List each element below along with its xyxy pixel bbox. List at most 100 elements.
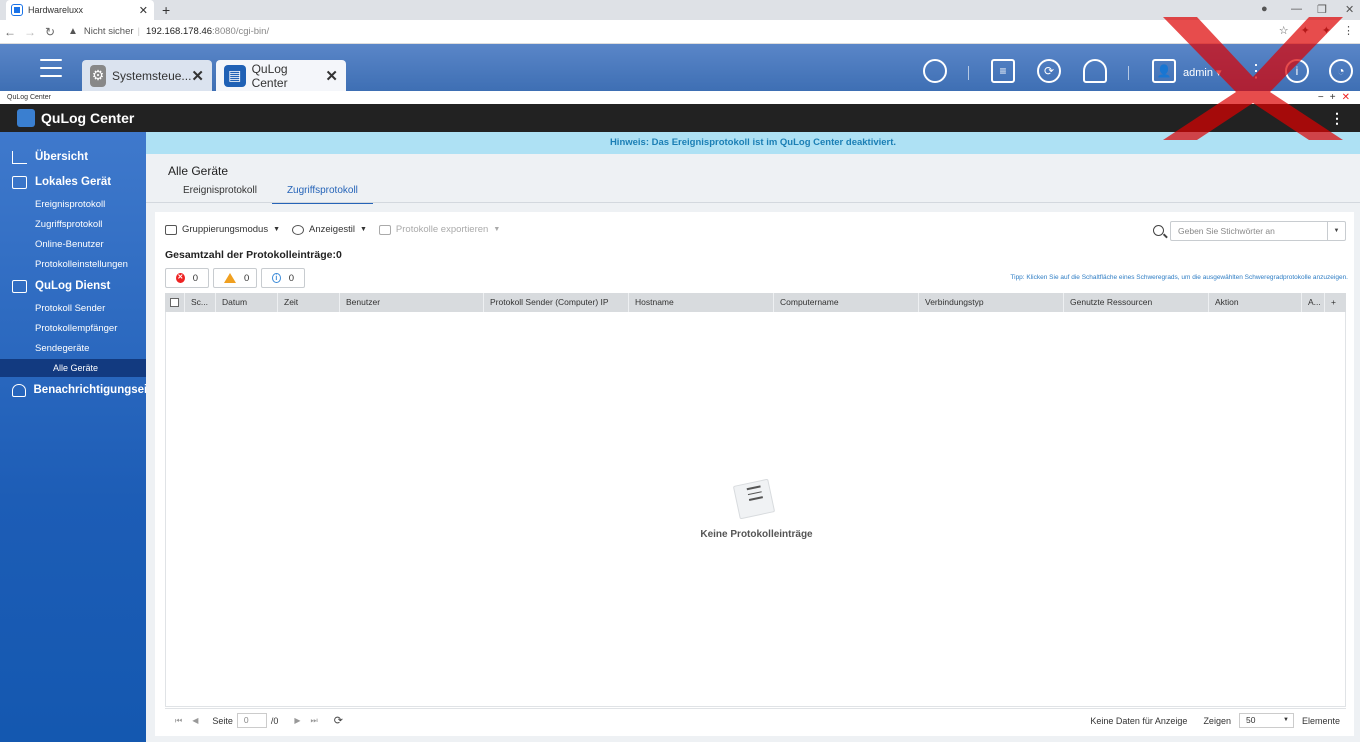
page-label: Seite: [212, 715, 233, 726]
search-icon[interactable]: [1153, 225, 1164, 236]
empty-message: Keine Protokolleinträge: [700, 529, 813, 540]
browser-menu-icon[interactable]: ⋮: [1343, 24, 1354, 37]
total-entries: Gesamtzahl der Protokolleinträge:0: [165, 249, 342, 261]
device-icon: [12, 175, 27, 189]
sidebar-item-sending-devices[interactable]: Sendegeräte: [0, 339, 146, 357]
app-tab-qulog[interactable]: ▤ QuLog Center ✕: [216, 60, 346, 91]
tab-access-log[interactable]: Zugriffsprotokoll: [271, 181, 373, 204]
export-icon: [378, 224, 391, 235]
back-icon[interactable]: ←: [0, 25, 20, 39]
user-menu[interactable]: admin ▾: [1183, 66, 1222, 79]
stack-icon[interactable]: ≡: [991, 59, 1015, 83]
close-window-icon[interactable]: ✕: [1345, 3, 1354, 16]
sidebar-item-online-users[interactable]: Online-Benutzer: [0, 235, 146, 253]
sidebar-item-all-devices[interactable]: Alle Geräte: [0, 359, 146, 377]
extension-icon-2[interactable]: ✦: [1322, 24, 1331, 37]
sidebar-item-label: Lokales Gerät: [35, 176, 112, 188]
toolbar: Gruppierungsmodus ▼ Anzeigestil ▼ Protok…: [165, 224, 512, 235]
grouping-mode-button[interactable]: Gruppierungsmodus ▼: [165, 224, 280, 235]
address-field[interactable]: ▲ Nicht sicher | 192.168.178.46:8080/cgi…: [68, 26, 269, 37]
pager-right: Keine Daten für Anzeige Zeigen 50 Elemen…: [1090, 713, 1340, 728]
more-icon[interactable]: ⋮: [1244, 59, 1268, 83]
tab-event-log[interactable]: Ereignisprotokoll: [168, 181, 272, 204]
log-panel: Gruppierungsmodus ▼ Anzeigestil ▼ Protok…: [155, 212, 1354, 736]
display-style-button[interactable]: Anzeigestil ▼: [292, 224, 367, 235]
info-icon[interactable]: i: [1285, 59, 1309, 83]
column-user[interactable]: Benutzer: [340, 293, 484, 312]
sidebar-item-overview[interactable]: Übersicht: [0, 146, 146, 168]
first-page-icon[interactable]: ⏮: [175, 716, 182, 726]
reload-icon[interactable]: ↻: [40, 25, 60, 39]
close-icon[interactable]: ✕: [325, 67, 338, 85]
minimize-icon[interactable]: —: [1291, 3, 1302, 15]
severity-error-button[interactable]: ✕ 0: [165, 268, 209, 288]
column-date[interactable]: Datum: [216, 293, 278, 312]
sidebar-item-notifications[interactable]: Benachrichtigungseins: [0, 379, 146, 401]
info-count: 0: [288, 272, 294, 284]
column-more[interactable]: A...: [1302, 293, 1325, 312]
close-icon[interactable]: ✕: [1342, 92, 1356, 103]
sidebar-item-log-receiver[interactable]: Protokollempfänger: [0, 319, 146, 337]
sidebar-item-event-log[interactable]: Ereignisprotokoll: [0, 195, 146, 213]
no-data-label: Keine Daten für Anzeige: [1090, 715, 1188, 726]
column-severity[interactable]: Sc...: [185, 293, 216, 312]
sidebar-item-log-settings[interactable]: Protokolleinstellungen: [0, 255, 146, 273]
close-tab-icon[interactable]: ✕: [139, 4, 148, 17]
new-tab-icon[interactable]: +: [162, 2, 170, 18]
extension-icon[interactable]: ✦: [1301, 24, 1310, 37]
window-controls: −+✕: [1318, 91, 1356, 104]
select-all-checkbox[interactable]: [165, 293, 185, 312]
page-total: /0: [270, 715, 279, 726]
column-time[interactable]: Zeit: [278, 293, 340, 312]
app-more-icon[interactable]: ⋮: [1330, 110, 1344, 127]
page-input[interactable]: 0: [236, 713, 267, 728]
search-icon[interactable]: [923, 59, 947, 83]
column-action[interactable]: Aktion: [1209, 293, 1302, 312]
bell-icon[interactable]: [1083, 59, 1107, 83]
minimize-icon[interactable]: −: [1318, 92, 1330, 103]
app-tab-control-panel[interactable]: ⚙ Systemsteue... ✕: [82, 60, 212, 91]
main-menu-icon[interactable]: [40, 59, 62, 83]
warning-count: 0: [244, 272, 250, 284]
address-divider: |: [137, 26, 140, 37]
severity-info-button[interactable]: i 0: [261, 268, 305, 288]
column-hostname[interactable]: Hostname: [629, 293, 774, 312]
maximize-icon[interactable]: +: [1330, 92, 1342, 103]
sidebar-item-local-device[interactable]: Lokales Gerät: [0, 171, 146, 193]
column-connection-type[interactable]: Verbindungstyp: [919, 293, 1064, 312]
refresh-icon[interactable]: ⟳: [334, 714, 343, 727]
profile-icon[interactable]: ●: [1261, 3, 1268, 15]
next-page-icon[interactable]: ▶: [294, 716, 300, 725]
column-sender-ip[interactable]: Protokoll Sender (Computer) IP: [484, 293, 629, 312]
app-window-titlebar: QuLog Center −+✕: [0, 91, 1360, 104]
add-column-button[interactable]: +: [1325, 293, 1345, 312]
bookmark-star-icon[interactable]: ☆: [1279, 24, 1289, 37]
restore-icon[interactable]: ❐: [1317, 3, 1327, 16]
dashboard-icon[interactable]: ◔: [1329, 59, 1353, 83]
error-icon: ✕: [176, 273, 185, 283]
sidebar-item-qulog-service[interactable]: QuLog Dienst: [0, 275, 146, 297]
column-resources[interactable]: Genutzte Ressourcen: [1064, 293, 1209, 312]
column-computer-name[interactable]: Computername: [774, 293, 919, 312]
sidebar-item-label: Übersicht: [35, 151, 89, 163]
close-icon[interactable]: ✕: [191, 67, 204, 85]
sidebar-item-log-sender[interactable]: Protokoll Sender: [0, 299, 146, 317]
app-tab-label: QuLog Center: [251, 61, 288, 90]
prev-page-icon[interactable]: ◀: [192, 716, 198, 725]
search-input[interactable]: Geben Sie Stichwörter an ▼: [1170, 221, 1346, 241]
page-size-select[interactable]: 50: [1238, 713, 1294, 728]
browser-tab[interactable]: Hardwareluxx ✕: [6, 0, 154, 20]
table-header: Sc... Datum Zeit Benutzer Protokoll Send…: [165, 293, 1346, 312]
display-style-icon: [292, 224, 305, 235]
last-page-icon[interactable]: ⏭: [311, 716, 318, 726]
sync-icon[interactable]: ⟳: [1037, 59, 1061, 83]
sidebar: Übersicht Lokales Gerät Ereignisprotokol…: [0, 132, 146, 742]
sidebar-item-access-log[interactable]: Zugriffsprotokoll: [0, 215, 146, 233]
sidebar-item-label: Protokoll Sender: [35, 302, 106, 314]
user-icon[interactable]: 👤: [1152, 59, 1176, 83]
export-logs-button[interactable]: Protokolle exportieren ▼: [378, 224, 500, 235]
forward-icon[interactable]: →: [20, 25, 40, 39]
browser-actions: ☆ ✦ ✦ ⋮: [1279, 24, 1354, 37]
search-dropdown-icon[interactable]: ▼: [1327, 222, 1345, 240]
severity-warning-button[interactable]: 0: [213, 268, 257, 288]
